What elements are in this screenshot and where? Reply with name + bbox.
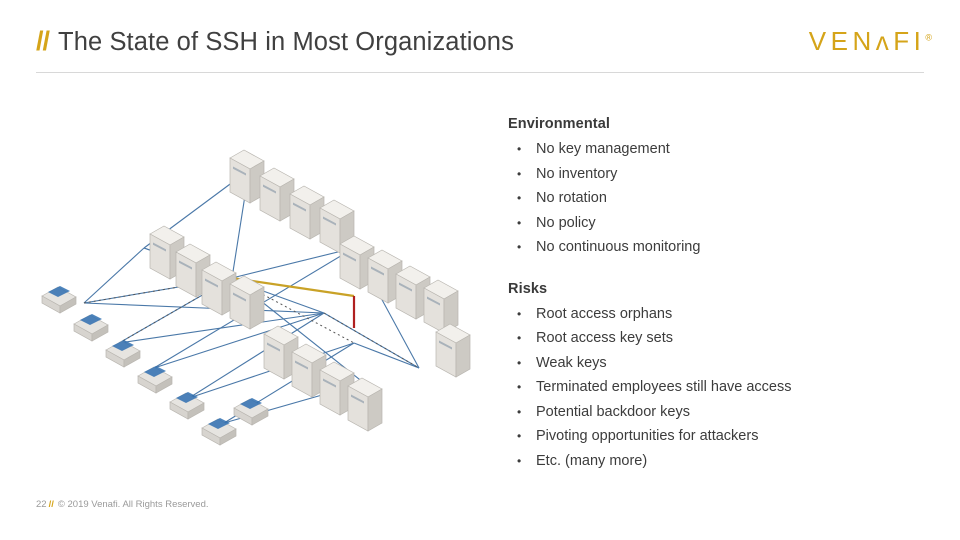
list-item: Root access key sets — [508, 326, 928, 351]
logo-wordmark: VENʌFI — [808, 26, 926, 56]
content-column: Environmental No key management No inven… — [508, 116, 928, 473]
title-slashes: // — [36, 26, 50, 56]
list-item: Potential backdoor keys — [508, 400, 928, 425]
list-item: No key management — [508, 137, 928, 162]
network-diagram-svg — [41, 149, 471, 446]
bullet-list-environmental: No key management No inventory No rotati… — [508, 137, 928, 260]
list-item: No policy — [508, 211, 928, 236]
network-diagram — [24, 128, 474, 468]
slide: // The State of SSH in Most Organization… — [0, 0, 960, 540]
list-item: Pivoting opportunities for attackers — [508, 424, 928, 449]
slide-footer: 22 // © 2019 Venafi. All Rights Reserved… — [36, 499, 209, 510]
page-title: // The State of SSH in Most Organization… — [36, 26, 514, 57]
list-item: Weak keys — [508, 351, 928, 376]
logo-registered-mark: ® — [925, 32, 932, 43]
group-heading-environmental: Environmental — [508, 116, 611, 132]
list-item: No rotation — [508, 186, 928, 211]
list-item: Root access orphans — [508, 302, 928, 327]
copyright-text: © 2019 Venafi. All Rights Reserved. — [57, 499, 209, 510]
bullet-list-risks: Root access orphans Root access key sets… — [508, 302, 928, 474]
group-environmental: Environmental No key management No inven… — [508, 116, 928, 260]
footer-slashes: // — [48, 499, 54, 510]
group-risks: Risks Root access orphans Root access ke… — [508, 281, 928, 474]
title-text: The State of SSH in Most Organizations — [58, 28, 514, 56]
page-number: 22 — [36, 499, 47, 510]
group-heading-risks: Risks — [508, 280, 548, 297]
venafi-logo: VENʌFI® — [809, 26, 932, 57]
list-item: No inventory — [508, 162, 928, 187]
list-item: Etc. (many more) — [508, 449, 928, 474]
header-divider — [36, 72, 924, 73]
list-item: Terminated employees still have access — [508, 375, 928, 400]
slide-header: // The State of SSH in Most Organization… — [0, 0, 960, 84]
list-item: No continuous monitoring — [508, 235, 928, 260]
